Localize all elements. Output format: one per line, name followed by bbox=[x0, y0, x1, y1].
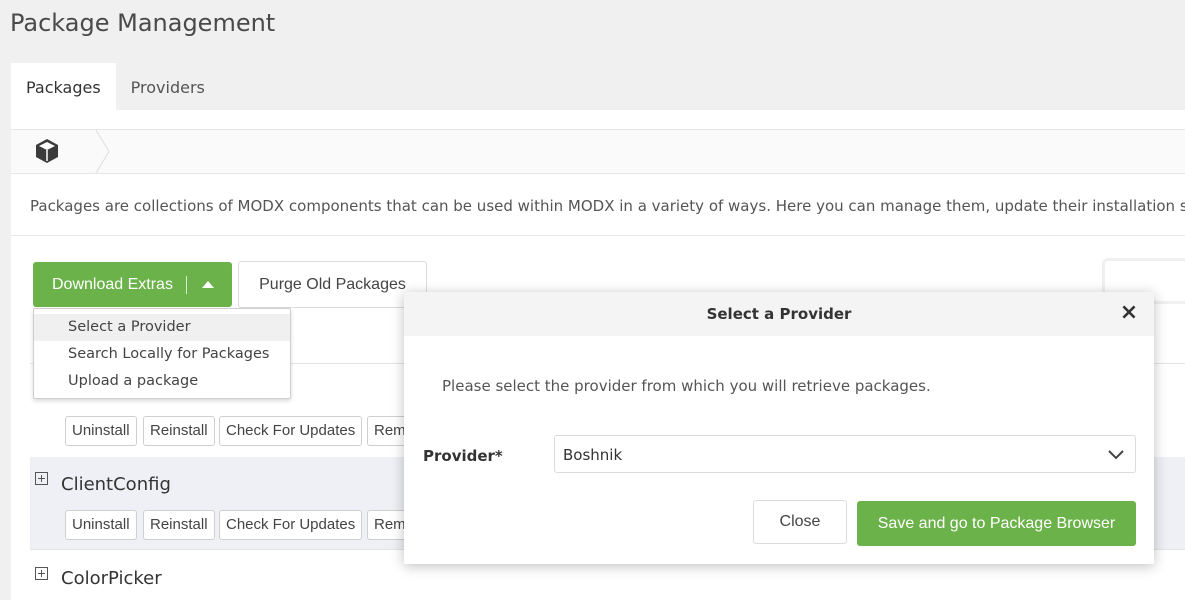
caret-up-icon[interactable] bbox=[202, 281, 214, 288]
uninstall-button[interactable]: Uninstall bbox=[65, 416, 137, 446]
expand-icon[interactable] bbox=[35, 567, 48, 580]
reinstall-button[interactable]: Reinstall bbox=[143, 416, 215, 446]
select-provider-dialog: Select a Provider × Please select the pr… bbox=[404, 292, 1154, 564]
breadcrumb-separator-icon bbox=[95, 130, 110, 173]
reinstall-button[interactable]: Reinstall bbox=[143, 510, 215, 540]
provider-select[interactable]: Boshnik bbox=[554, 435, 1136, 473]
package-name: ClientConfig bbox=[61, 474, 171, 495]
split-divider bbox=[186, 276, 187, 294]
intro-text: Packages are collections of MODX compone… bbox=[30, 197, 1185, 215]
tab-bar: Packages Providers bbox=[11, 63, 220, 110]
package-box-icon bbox=[36, 139, 58, 163]
breadcrumb bbox=[11, 129, 1185, 174]
provider-select-value: Boshnik bbox=[563, 446, 623, 464]
menu-item-search-locally[interactable]: Search Locally for Packages bbox=[34, 341, 290, 368]
provider-label: Provider* bbox=[423, 447, 503, 465]
download-extras-label: Download Extras bbox=[52, 275, 173, 293]
uninstall-button[interactable]: Uninstall bbox=[65, 510, 137, 540]
dialog-description: Please select the provider from which yo… bbox=[442, 377, 931, 395]
download-extras-menu: Select a Provider Search Locally for Pac… bbox=[33, 308, 291, 399]
check-updates-button[interactable]: Check For Updates bbox=[219, 510, 363, 540]
close-icon[interactable]: × bbox=[1119, 302, 1139, 324]
tab-packages[interactable]: Packages bbox=[11, 63, 116, 110]
check-updates-button[interactable]: Check For Updates bbox=[219, 416, 363, 446]
package-name: ColorPicker bbox=[61, 568, 162, 589]
chevron-down-icon bbox=[1108, 450, 1124, 460]
purge-old-packages-button[interactable]: Purge Old Packages bbox=[238, 261, 427, 308]
menu-item-upload-package[interactable]: Upload a package bbox=[34, 368, 290, 395]
tab-providers[interactable]: Providers bbox=[116, 63, 220, 110]
dialog-title: Select a Provider bbox=[706, 305, 852, 323]
close-button[interactable]: Close bbox=[753, 500, 847, 544]
download-extras-button[interactable]: Download Extras bbox=[33, 262, 232, 307]
expand-icon[interactable] bbox=[35, 472, 48, 485]
divider bbox=[11, 235, 1185, 236]
menu-item-select-provider[interactable]: Select a Provider bbox=[34, 314, 290, 341]
page-title: Package Management bbox=[10, 9, 276, 37]
save-and-browse-button[interactable]: Save and go to Package Browser bbox=[857, 501, 1136, 546]
